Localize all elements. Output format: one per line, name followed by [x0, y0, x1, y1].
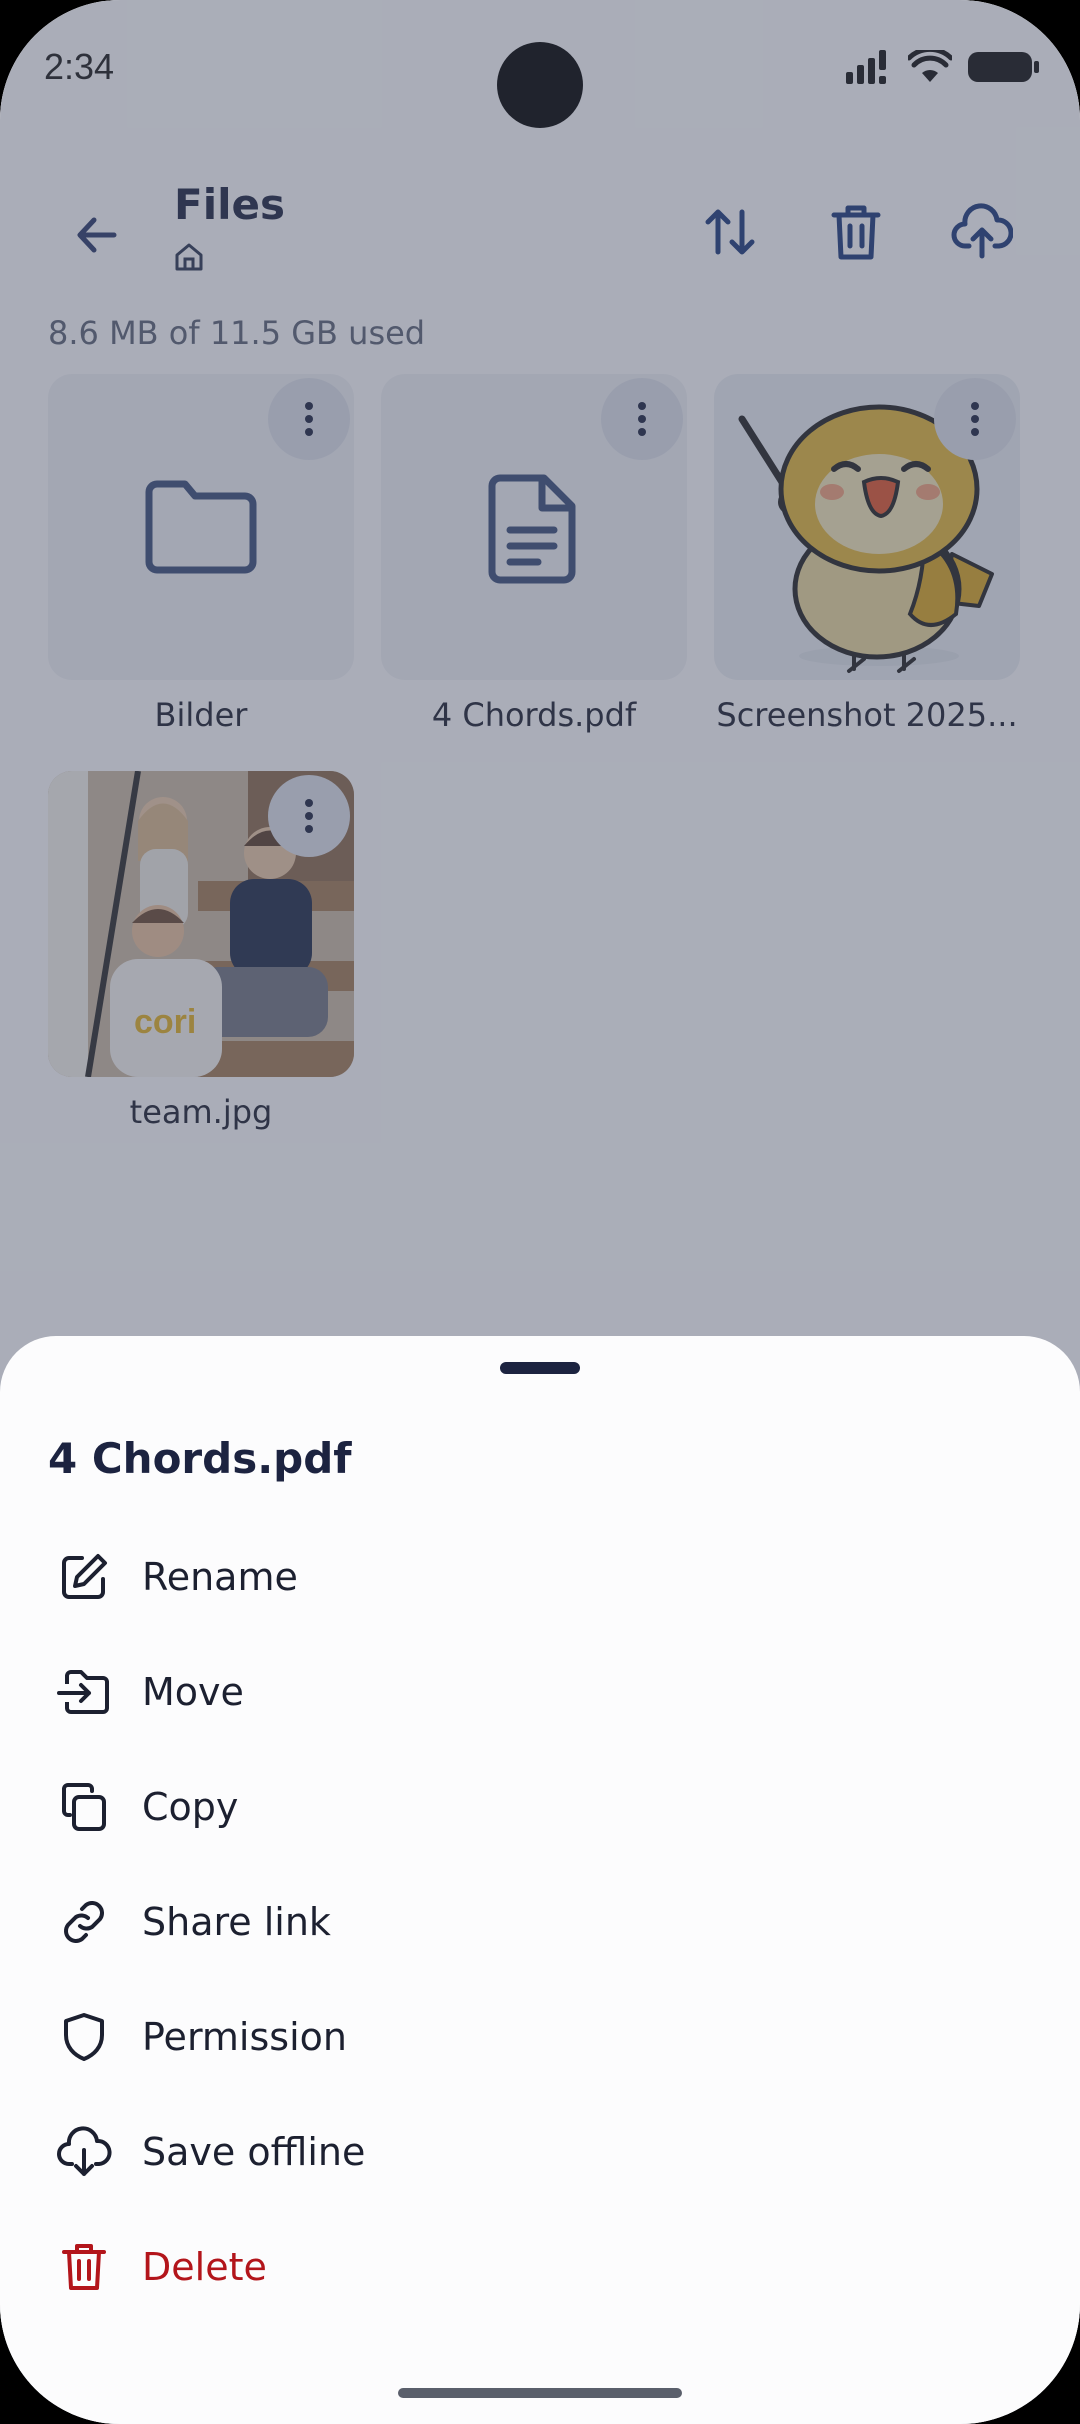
- copy-icon: [56, 1779, 112, 1835]
- shield-icon: [56, 2009, 112, 2065]
- home-indicator[interactable]: [398, 2388, 682, 2398]
- phone-frame: 2:34 Files 8.6 MB of 11.5 GB used Bilder…: [0, 0, 1080, 2424]
- move-icon: [56, 1664, 112, 1720]
- action-label: Delete: [142, 2245, 267, 2289]
- move-action[interactable]: Move: [0, 1637, 1080, 1747]
- save-offline-action[interactable]: Save offline: [0, 2097, 1080, 2207]
- cloud-download-icon: [56, 2124, 112, 2180]
- action-label: Permission: [142, 2015, 347, 2059]
- permission-action[interactable]: Permission: [0, 1982, 1080, 2092]
- action-label: Share link: [142, 1900, 331, 1944]
- share-link-action[interactable]: Share link: [0, 1867, 1080, 1977]
- delete-action[interactable]: Delete: [0, 2212, 1080, 2322]
- action-label: Rename: [142, 1555, 298, 1599]
- action-label: Move: [142, 1670, 244, 1714]
- trash-icon: [56, 2239, 112, 2295]
- action-label: Save offline: [142, 2130, 366, 2174]
- edit-icon: [56, 1549, 112, 1605]
- link-icon: [56, 1894, 112, 1950]
- sheet-title: 4 Chords.pdf: [48, 1434, 352, 1483]
- file-actions-sheet: 4 Chords.pdf Rename Move Copy Share link…: [0, 1336, 1080, 2424]
- files-screen: 2:34 Files 8.6 MB of 11.5 GB used Bilder…: [0, 0, 1080, 2424]
- rename-action[interactable]: Rename: [0, 1522, 1080, 1632]
- action-label: Copy: [142, 1785, 239, 1829]
- sheet-drag-handle[interactable]: [500, 1362, 580, 1374]
- copy-action[interactable]: Copy: [0, 1752, 1080, 1862]
